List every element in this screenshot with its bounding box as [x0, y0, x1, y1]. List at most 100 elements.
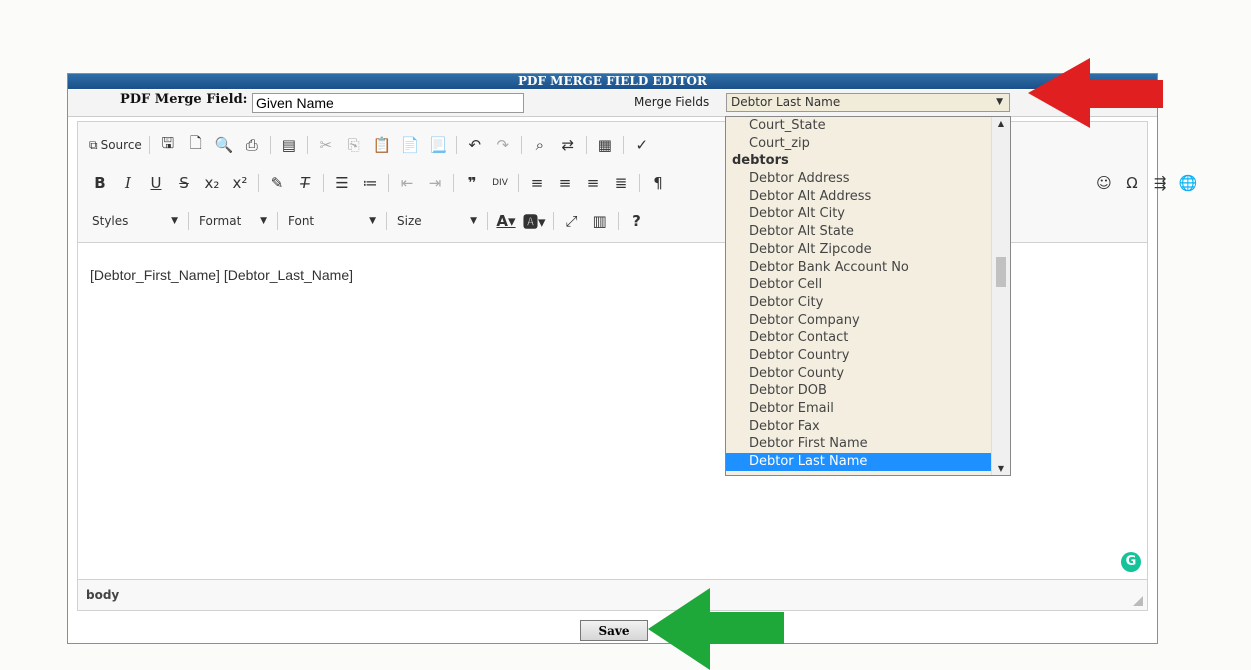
format-combo[interactable]: Format ▼: [193, 209, 273, 233]
select-all-icon[interactable]: ▦: [591, 133, 619, 157]
font-label: Font: [288, 214, 315, 228]
toolbar-row-1: ⧉ Source 🖫 🗋 🔍 ⎙ ▤ ✂ ⎘ 📋 📄 📃 ↶ ↷ ⌕ ⇄ ▦ ✓: [86, 130, 656, 160]
pdf-merge-field-label: PDF Merge Field:: [120, 92, 248, 107]
toolbar-separator: [258, 174, 259, 192]
resize-handle-icon[interactable]: [1133, 596, 1143, 606]
merge-field-option[interactable]: Debtor Alt City: [726, 205, 1010, 223]
underline-icon[interactable]: U: [142, 171, 170, 195]
merge-fields-dropdown[interactable]: Court_State Court_zip debtors Debtor Addres…: [725, 116, 1011, 476]
align-left-icon[interactable]: ≡: [523, 171, 551, 195]
align-justify-icon[interactable]: ≣: [607, 171, 635, 195]
toolbar-separator: [455, 136, 457, 154]
paste-icon[interactable]: 📋: [368, 133, 396, 157]
spellcheck-icon[interactable]: ✓: [628, 133, 656, 157]
grammarly-icon[interactable]: G: [1121, 552, 1141, 572]
replace-icon[interactable]: ⇄: [554, 133, 582, 157]
templates-icon[interactable]: ▤: [275, 133, 303, 157]
show-blocks-icon[interactable]: ▥: [586, 209, 614, 233]
merge-field-option[interactable]: Debtor Address: [726, 170, 1010, 188]
merge-field-option[interactable]: Debtor Alt Zipcode: [726, 241, 1010, 259]
scroll-thumb[interactable]: [996, 257, 1006, 287]
merge-field-option[interactable]: Debtor Alt Address: [726, 188, 1010, 206]
merge-field-option[interactable]: Debtor DOB: [726, 382, 1010, 400]
size-combo[interactable]: Size ▼: [391, 209, 483, 233]
merge-field-option[interactable]: Debtor Last Name: [726, 453, 1010, 471]
redo-icon[interactable]: ↷: [489, 133, 517, 157]
merge-field-option[interactable]: Debtor Contact: [726, 329, 1010, 347]
text-direction-icon[interactable]: ¶: [644, 171, 672, 195]
green-arrow-annotation-icon: [648, 588, 784, 670]
merge-fields-select[interactable]: Debtor Last Name ▼: [726, 93, 1010, 112]
print-icon[interactable]: ⎙: [238, 133, 266, 157]
new-page-icon[interactable]: 🗋: [182, 133, 210, 157]
size-label: Size: [397, 214, 422, 228]
source-button[interactable]: ⧉ Source: [86, 133, 145, 157]
merge-field-option[interactable]: Debtor Cell: [726, 276, 1010, 294]
toolbar-separator: [487, 212, 488, 230]
merge-field-option[interactable]: Debtor Alt State: [726, 223, 1010, 241]
cut-icon[interactable]: ✂: [312, 133, 340, 157]
merge-field-option[interactable]: Debtor Bank Account No: [726, 259, 1010, 277]
toolbar-separator: [306, 136, 308, 154]
styles-combo[interactable]: Styles ▼: [86, 209, 184, 233]
blockquote-icon[interactable]: ❞: [458, 171, 486, 195]
toolbar-row-2: B I U S x₂ x² ✎ T̶ ☰ ≔ ⇤ ⇥ ❞ DIV ≡ ≡ ≡ ≣…: [86, 168, 672, 198]
undo-icon[interactable]: ↶: [461, 133, 489, 157]
toolbar-row-3: Styles ▼ Format ▼ Font ▼ Size ▼ A▾ 🅰▾ ⤢ ▥ ?: [86, 206, 651, 236]
scroll-down-icon[interactable]: ▼: [992, 464, 1010, 473]
decrease-indent-icon[interactable]: ⇤: [393, 171, 421, 195]
text-color-icon[interactable]: A▾: [492, 209, 520, 233]
merge-field-option[interactable]: Debtor County: [726, 365, 1010, 383]
element-path[interactable]: body: [86, 588, 119, 602]
merge-field-option[interactable]: Debtor First Name: [726, 435, 1010, 453]
toolbar-separator: [622, 136, 624, 154]
toolbar-row-2-overflow: ☺ Ω ⇶ 🌐: [1090, 168, 1202, 198]
page-break-icon[interactable]: ⇶: [1146, 171, 1174, 195]
toolbar-separator: [552, 212, 554, 230]
paste-text-icon[interactable]: 📄: [396, 133, 424, 157]
paste-word-icon[interactable]: 📃: [424, 133, 452, 157]
font-combo[interactable]: Font ▼: [282, 209, 382, 233]
merge-field-option[interactable]: Debtor City: [726, 294, 1010, 312]
merge-field-option[interactable]: Debtor Company: [726, 312, 1010, 330]
subscript-icon[interactable]: x₂: [198, 171, 226, 195]
copy-icon[interactable]: ⎘: [340, 133, 368, 157]
toolbar-separator: [386, 212, 387, 230]
align-right-icon[interactable]: ≡: [579, 171, 607, 195]
strikethrough-icon[interactable]: S: [170, 171, 198, 195]
globe-icon[interactable]: 🌐: [1174, 171, 1202, 195]
chevron-down-icon: ▼: [996, 97, 1003, 107]
remove-format-icon[interactable]: T̶: [291, 171, 319, 195]
numbered-list-icon[interactable]: ☰: [328, 171, 356, 195]
merge-field-option[interactable]: Debtor Country: [726, 347, 1010, 365]
find-icon[interactable]: ⌕: [526, 133, 554, 157]
align-center-icon[interactable]: ≡: [551, 171, 579, 195]
italic-icon[interactable]: I: [114, 171, 142, 195]
scroll-up-icon[interactable]: ▲: [992, 119, 1010, 128]
save-button[interactable]: Save: [580, 620, 648, 641]
toolbar-separator: [585, 136, 587, 154]
chevron-down-icon: ▼: [470, 216, 477, 226]
increase-indent-icon[interactable]: ⇥: [421, 171, 449, 195]
bulleted-list-icon[interactable]: ≔: [356, 171, 384, 195]
maximize-icon[interactable]: ⤢: [558, 209, 586, 233]
merge-field-option[interactable]: Debtor Email: [726, 400, 1010, 418]
bold-icon[interactable]: B: [86, 171, 114, 195]
pdf-merge-field-input[interactable]: [252, 93, 524, 113]
merge-field-option[interactable]: Debtor Fax: [726, 418, 1010, 436]
smiley-icon[interactable]: ☺: [1090, 171, 1118, 195]
toolbar-separator: [520, 136, 522, 154]
preview-icon[interactable]: 🔍: [210, 133, 238, 157]
toolbar-separator: [453, 174, 454, 192]
background-color-icon[interactable]: 🅰▾: [520, 209, 549, 233]
special-char-icon[interactable]: Ω: [1118, 171, 1146, 195]
copy-format-icon[interactable]: ✎: [263, 171, 291, 195]
div-container-icon[interactable]: DIV: [486, 171, 514, 195]
dropdown-scrollbar[interactable]: ▲ ▼: [991, 117, 1010, 475]
save-icon[interactable]: 🖫: [154, 133, 182, 157]
help-icon[interactable]: ?: [623, 209, 651, 233]
merge-field-option[interactable]: Court_zip: [726, 135, 1010, 153]
merge-fields-label: Merge Fields: [634, 95, 710, 109]
superscript-icon[interactable]: x²: [226, 171, 254, 195]
merge-field-option[interactable]: Court_State: [726, 117, 1010, 135]
